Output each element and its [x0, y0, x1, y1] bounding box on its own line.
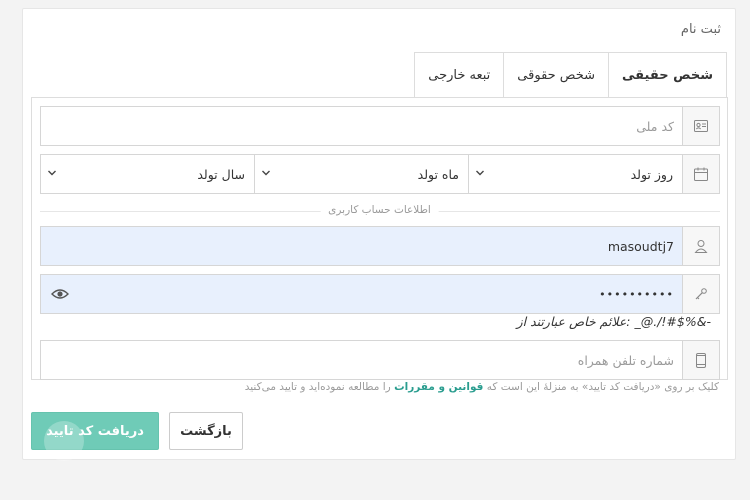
- get-verification-code-button[interactable]: دریافت کد تایید: [31, 412, 159, 461]
- tab-natural-person[interactable]: شخص حقیقی: [609, 52, 727, 98]
- calendar-icon: [682, 155, 719, 193]
- eye-icon[interactable]: [51, 287, 69, 301]
- birth-year-select[interactable]: سال تولد: [41, 155, 254, 193]
- key-icon: [682, 275, 719, 313]
- mobile-field: [40, 340, 720, 380]
- password-hint: علائم خاص عبارتند از: _@./!#$%&-: [516, 314, 711, 329]
- password-field: [40, 274, 720, 314]
- back-button[interactable]: بازگشت: [169, 412, 243, 450]
- national-code-field: [40, 106, 720, 146]
- form-panel: روز تولد ماه تولد سال تولد اطلاعات حساب …: [31, 97, 728, 380]
- form-title: ثبت نام: [680, 22, 721, 37]
- tab-legal-person[interactable]: شخص حقوقی: [504, 52, 610, 98]
- person-type-tabs: شخص حقیقی شخص حقوقی تبعه خارجی: [414, 52, 727, 98]
- username-input[interactable]: [41, 227, 682, 265]
- tab-foreign-national[interactable]: تبعه خارجی: [414, 52, 505, 98]
- chevron-down-icon: [262, 170, 270, 176]
- id-card-icon: [682, 107, 719, 145]
- mobile-input[interactable]: [41, 341, 682, 379]
- chevron-down-icon: [48, 170, 56, 176]
- birth-month-select[interactable]: ماه تولد: [254, 155, 468, 193]
- national-code-input[interactable]: [41, 107, 682, 145]
- terms-notice: کلیک بر روی «دریافت کد تایید» به منزلهٔ …: [244, 381, 719, 393]
- account-section-label: اطلاعات حساب کاربری: [320, 204, 439, 216]
- terms-link[interactable]: قوانین و مقررات: [394, 381, 483, 393]
- chevron-down-icon: [476, 170, 484, 176]
- mobile-icon: [682, 341, 719, 379]
- user-icon: [682, 227, 719, 265]
- password-input[interactable]: [41, 275, 682, 313]
- username-field: [40, 226, 720, 266]
- birth-date-field: روز تولد ماه تولد سال تولد: [40, 154, 720, 194]
- birth-day-select[interactable]: روز تولد: [468, 155, 682, 193]
- registration-card: ثبت نام شخص حقیقی شخص حقوقی تبعه خارجی ر…: [22, 8, 736, 461]
